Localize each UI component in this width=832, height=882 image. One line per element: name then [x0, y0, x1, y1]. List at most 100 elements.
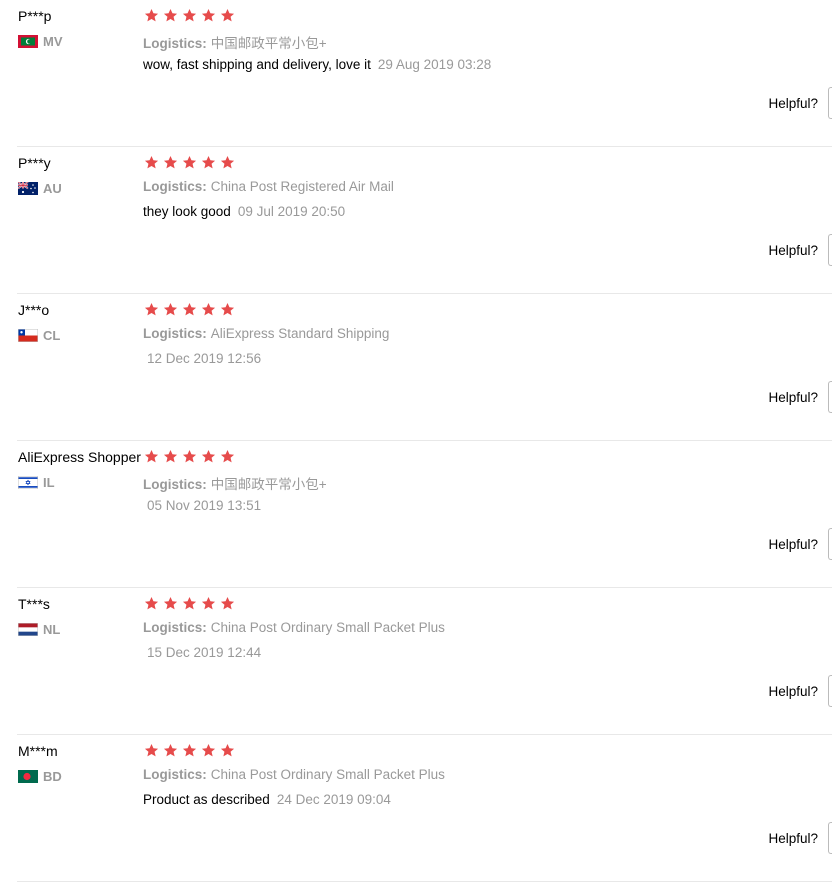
helpful-section: Helpful? [768, 380, 832, 414]
star-icon [182, 8, 197, 23]
star-icon [144, 743, 159, 758]
logistics-label: Logistics: [143, 179, 207, 194]
flag-au-icon [18, 181, 38, 195]
logistics-method: 中国邮政平常小包+ [210, 36, 327, 51]
reviewer-name: AliExpress Shopper [18, 449, 141, 465]
logistics-label: Logistics: [143, 620, 207, 635]
star-rating [144, 743, 239, 759]
flag-il-icon [18, 475, 38, 489]
review-feedback: 05 Nov 2019 13:51 [143, 498, 261, 513]
helpful-yes-button[interactable] [828, 381, 832, 413]
star-icon [201, 743, 216, 758]
star-icon [163, 155, 178, 170]
review-item: AliExpress Shopper IL Logistics: 中国邮政平常小包… [0, 441, 832, 588]
logistics-label: Logistics: [143, 326, 207, 341]
logistics-label: Logistics: [143, 767, 207, 782]
flag-mv-icon [18, 34, 38, 48]
logistics-method: China Post Ordinary Small Packet Plus [210, 767, 445, 782]
helpful-label: Helpful? [768, 683, 818, 699]
flag-nl-icon [18, 622, 38, 636]
review-text: wow, fast shipping and delivery, love it [143, 57, 371, 72]
logistics-info: Logistics: 中国邮政平常小包+ [143, 473, 327, 493]
logistics-label: Logistics: [143, 36, 207, 51]
star-icon [182, 302, 197, 317]
star-icon [201, 8, 216, 23]
star-icon [163, 8, 178, 23]
helpful-section: Helpful? [768, 86, 832, 120]
star-icon [220, 596, 235, 611]
country-code: BD [43, 768, 62, 784]
review-feedback: they look good 09 Jul 2019 20:50 [143, 204, 345, 219]
star-icon [182, 155, 197, 170]
country-code: CL [43, 327, 61, 343]
logistics-method: China Post Ordinary Small Packet Plus [210, 620, 445, 635]
helpful-label: Helpful? [768, 536, 818, 552]
review-feedback: wow, fast shipping and delivery, love it… [143, 57, 491, 72]
helpful-section: Helpful? [768, 527, 832, 561]
helpful-section: Helpful? [768, 821, 832, 855]
star-icon [201, 302, 216, 317]
star-icon [201, 155, 216, 170]
country-code: AU [43, 180, 62, 196]
star-rating [144, 302, 239, 318]
star-rating [144, 155, 239, 171]
helpful-yes-button[interactable] [828, 234, 832, 266]
reviewer-country: BD [18, 768, 62, 784]
star-rating [144, 596, 239, 612]
review-date: 09 Jul 2019 20:50 [237, 204, 346, 219]
reviewer-name: M***m [18, 743, 58, 759]
helpful-label: Helpful? [768, 95, 818, 111]
review-date: 05 Nov 2019 13:51 [147, 498, 262, 513]
reviewer-country: MV [18, 33, 63, 49]
logistics-method: China Post Registered Air Mail [210, 179, 394, 194]
review-feedback: Product as described 24 Dec 2019 09:04 [143, 792, 391, 807]
star-icon [182, 596, 197, 611]
star-icon [144, 155, 159, 170]
reviewer-country: CL [18, 327, 60, 343]
helpful-yes-button[interactable] [828, 822, 832, 854]
helpful-section: Helpful? [768, 233, 832, 267]
star-icon [163, 449, 178, 464]
star-icon [144, 8, 159, 23]
review-text: they look good [143, 204, 231, 219]
helpful-yes-button[interactable] [828, 528, 832, 560]
logistics-info: Logistics: AliExpress Standard Shipping [143, 326, 389, 341]
review-item: P***y AU Logistics: China Post Registered… [0, 147, 832, 294]
logistics-method: AliExpress Standard Shipping [210, 326, 390, 341]
star-icon [182, 743, 197, 758]
logistics-info: Logistics: 中国邮政平常小包+ [143, 32, 327, 52]
reviewer-name: J***o [18, 302, 50, 318]
review-text: Product as described [143, 792, 270, 807]
star-icon [220, 449, 235, 464]
country-code: IL [43, 474, 55, 490]
star-icon [144, 449, 159, 464]
helpful-section: Helpful? [768, 674, 832, 708]
review-feedback: 15 Dec 2019 12:44 [143, 645, 261, 660]
star-icon [220, 743, 235, 758]
star-rating [144, 8, 239, 24]
star-icon [163, 302, 178, 317]
flag-cl-icon [18, 328, 38, 342]
star-icon [182, 449, 197, 464]
helpful-yes-button[interactable] [828, 675, 832, 707]
logistics-info: Logistics: China Post Registered Air Mail [143, 179, 394, 194]
review-list: P***p MV Logistics: 中国邮政平常小包+ wow, fast s… [0, 0, 832, 882]
review-date: 12 Dec 2019 12:56 [147, 351, 262, 366]
helpful-yes-button[interactable] [828, 87, 832, 119]
reviewer-name: P***p [18, 8, 52, 24]
logistics-info: Logistics: China Post Ordinary Small Pack… [143, 620, 445, 635]
review-item: T***s NL Logistics: China Post Ordinary S… [0, 588, 832, 735]
flag-bd-icon [18, 769, 38, 783]
helpful-label: Helpful? [768, 389, 818, 405]
star-icon [163, 596, 178, 611]
review-date: 15 Dec 2019 12:44 [147, 645, 262, 660]
reviewer-name: T***s [18, 596, 50, 612]
review-item: M***m BD Logistics: China Post Ordinary S… [0, 735, 832, 882]
review-feedback: 12 Dec 2019 12:56 [143, 351, 261, 366]
logistics-method: 中国邮政平常小包+ [210, 477, 327, 492]
reviewer-country: AU [18, 180, 62, 196]
star-icon [144, 302, 159, 317]
review-item: P***p MV Logistics: 中国邮政平常小包+ wow, fast s… [0, 0, 832, 147]
star-icon [220, 155, 235, 170]
logistics-info: Logistics: China Post Ordinary Small Pack… [143, 767, 445, 782]
